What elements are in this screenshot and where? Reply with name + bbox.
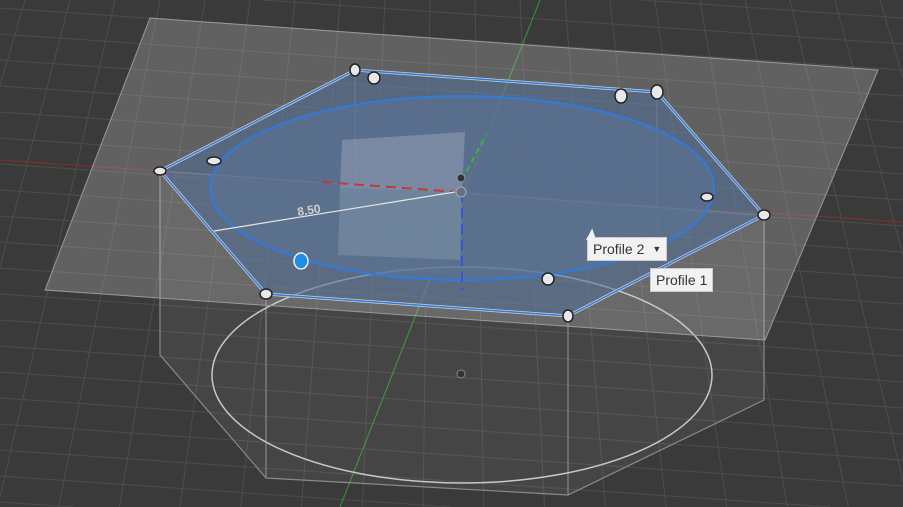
3d-viewport[interactable]: 8.50 Profile 2 ▼ Profile 1 bbox=[0, 0, 903, 507]
center-point[interactable] bbox=[456, 173, 466, 183]
lower-center-point[interactable] bbox=[456, 369, 466, 379]
grid-line bbox=[0, 0, 26, 86]
viewport-canvas[interactable]: 8.50 bbox=[0, 0, 903, 507]
grid-line bbox=[0, 0, 71, 267]
grid-line bbox=[640, 0, 903, 19]
grid-line bbox=[879, 0, 903, 78]
origin-cube[interactable] bbox=[338, 132, 465, 260]
chevron-down-icon[interactable]: ▼ bbox=[652, 244, 661, 254]
profile-1-tooltip[interactable]: Profile 1 bbox=[650, 268, 714, 292]
profile-2-selector[interactable]: Profile 2 ▼ bbox=[587, 237, 668, 261]
profile-2-label: Profile 2 bbox=[593, 241, 645, 257]
origin-point[interactable] bbox=[455, 186, 467, 198]
grid-line bbox=[0, 501, 73, 507]
